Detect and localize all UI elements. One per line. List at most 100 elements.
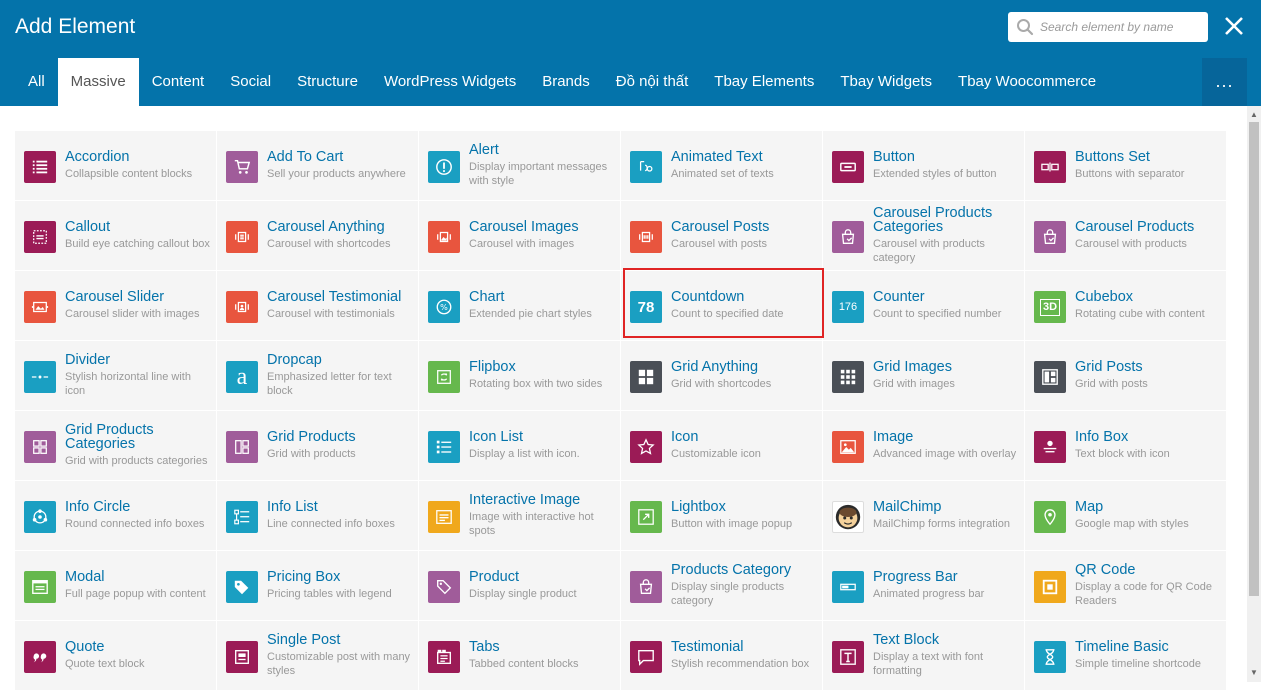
tab-content[interactable]: Content (139, 58, 218, 106)
element-text: Map Google map with styles (1075, 481, 1222, 550)
element-quote[interactable]: Quote Quote text block (15, 621, 217, 691)
element-text: Pricing Box Pricing tables with legend (267, 551, 414, 620)
element-info-box[interactable]: Info Box Text block with icon (1025, 411, 1227, 481)
element-chart[interactable]: % Chart Extended pie chart styles (419, 271, 621, 341)
element-lightbox[interactable]: Lightbox Button with image popup (621, 481, 823, 551)
info-list-icon (226, 501, 258, 533)
element-progress-bar[interactable]: Progress Bar Animated progress bar (823, 551, 1025, 621)
element-countdown[interactable]: 78 Countdown Count to specified date (621, 271, 823, 341)
element-qr-code[interactable]: QR Code Display a code for QR Code Reader… (1025, 551, 1227, 621)
element-animated-text[interactable]: Animated Text Animated set of texts (621, 131, 823, 201)
element-carousel-posts[interactable]: Carousel Posts Carousel with posts (621, 201, 823, 271)
element-grid-posts[interactable]: Grid Posts Grid with posts (1025, 341, 1227, 411)
tab-tbay-widgets[interactable]: Tbay Widgets (827, 58, 945, 106)
hourglass-icon (1034, 641, 1066, 673)
element-text: Progress Bar Animated progress bar (873, 551, 1020, 620)
element-callout[interactable]: Callout Build eye catching callout box (15, 201, 217, 271)
element-description: Display single products category (671, 581, 785, 607)
element-name: Countdown (671, 289, 745, 305)
element-name: Grid Posts (1075, 359, 1143, 375)
element-add-to-cart[interactable]: Add To Cart Sell your products anywhere (217, 131, 419, 201)
element-product[interactable]: Product Display single product (419, 551, 621, 621)
element-alert[interactable]: Alert Display important messages with sty… (419, 131, 621, 201)
element-grid-products[interactable]: Grid Products Grid with products (217, 411, 419, 481)
element-carousel-slider[interactable]: Carousel Slider Carousel slider with imag… (15, 271, 217, 341)
element-carousel-products-categories[interactable]: Carousel Products Categories Carousel wit… (823, 201, 1025, 271)
element-pricing-box[interactable]: Pricing Box Pricing tables with legend (217, 551, 419, 621)
element-description: Build eye catching callout box (65, 238, 210, 250)
element-carousel-products[interactable]: Carousel Products Carousel with products (1025, 201, 1227, 271)
grid-products-icon (226, 431, 258, 463)
element-dropcap[interactable]: a Dropcap Emphasized letter for text block (217, 341, 419, 411)
tab-brands[interactable]: Brands (529, 58, 603, 106)
element-grid-images[interactable]: Grid Images Grid with images (823, 341, 1025, 411)
element-divider[interactable]: Divider Stylish horizontal line with icon (15, 341, 217, 411)
element-text: Timeline Basic Simple timeline shortcode (1075, 621, 1222, 690)
element-interactive-image[interactable]: Interactive Image Image with interactive … (419, 481, 621, 551)
element-name: Counter (873, 289, 925, 305)
element-description: Simple timeline shortcode (1075, 658, 1201, 670)
element-description: Tabbed content blocks (469, 658, 579, 670)
tab-all[interactable]: All (15, 58, 58, 106)
close-icon[interactable] (1220, 12, 1248, 40)
element-description: Carousel with posts (671, 238, 767, 250)
element-mailchimp[interactable]: MailChimp MailChimp forms integration (823, 481, 1025, 551)
element-icon-list[interactable]: Icon List Display a list with icon. (419, 411, 621, 481)
speech-bubble-icon (630, 641, 662, 673)
bag-icon (832, 221, 864, 253)
element-name: Text Block (873, 632, 940, 648)
search-box[interactable] (1008, 12, 1208, 42)
tab-wordpress-widgets[interactable]: WordPress Widgets (371, 58, 529, 106)
animated-text-icon (630, 151, 662, 183)
element-single-post[interactable]: Single Post Customizable post with many s… (217, 621, 419, 691)
tab-social[interactable]: Social (217, 58, 284, 106)
element-description: Extended styles of button (873, 168, 997, 180)
tab-tbay-elements[interactable]: Tbay Elements (701, 58, 827, 106)
quote-icon (24, 641, 56, 673)
element-icon[interactable]: Icon Customizable icon (621, 411, 823, 481)
modal-icon (24, 571, 56, 603)
element-description: Collapsible content blocks (65, 168, 193, 180)
element-carousel-anything[interactable]: Carousel Anything Carousel with shortcode… (217, 201, 419, 271)
element-text: MailChimp MailChimp forms integration (873, 481, 1020, 550)
element-flipbox[interactable]: Flipbox Rotating box with two sides (419, 341, 621, 411)
element-cubebox[interactable]: 3D Cubebox Rotating cube with content (1025, 271, 1227, 341)
element-button[interactable]: Button Extended styles of button (823, 131, 1025, 201)
element-grid-anything[interactable]: Grid Anything Grid with shortcodes (621, 341, 823, 411)
element-name: Carousel Products Categories (873, 205, 993, 235)
element-text: Icon List Display a list with icon. (469, 411, 616, 480)
element-tabs[interactable]: Tabs Tabbed content blocks (419, 621, 621, 691)
element-text-block[interactable]: Text Block Display a text with font forma… (823, 621, 1025, 691)
element-testimonial[interactable]: Testimonial Stylish recommendation box (621, 621, 823, 691)
scrollbar-thumb[interactable] (1249, 122, 1259, 596)
tab-n-i-th-t[interactable]: Đồ nội thất (603, 58, 702, 106)
element-map[interactable]: Map Google map with styles (1025, 481, 1227, 551)
element-accordion[interactable]: Accordion Collapsible content blocks (15, 131, 217, 201)
scroll-down-arrow-icon[interactable]: ▼ (1247, 668, 1261, 678)
element-modal[interactable]: Modal Full page popup with content (15, 551, 217, 621)
element-grid-products-categories[interactable]: Grid Products Categories Grid with produc… (15, 411, 217, 481)
tab-massive[interactable]: Massive (57, 58, 139, 106)
scroll-up-arrow-icon[interactable]: ▲ (1247, 110, 1261, 120)
more-tabs-button[interactable]: ... (1202, 58, 1247, 106)
element-carousel-testimonial[interactable]: Carousel Testimonial Carousel with testim… (217, 271, 419, 341)
element-info-circle[interactable]: Info Circle Round connected info boxes (15, 481, 217, 551)
search-input[interactable] (1040, 12, 1204, 42)
tag-icon (226, 571, 258, 603)
element-image[interactable]: Image Advanced image with overlay (823, 411, 1025, 481)
element-description: Grid with shortcodes (671, 378, 772, 390)
element-info-list[interactable]: Info List Line connected info boxes (217, 481, 419, 551)
flipbox-icon (428, 361, 460, 393)
element-timeline-basic[interactable]: Timeline Basic Simple timeline shortcode (1025, 621, 1227, 691)
element-products-category[interactable]: Products Category Display single products… (621, 551, 823, 621)
element-description: Grid with posts (1075, 378, 1148, 390)
tab-tbay-woocommerce[interactable]: Tbay Woocommerce (945, 58, 1109, 106)
element-name: Single Post (267, 632, 341, 648)
element-carousel-images[interactable]: Carousel Images Carousel with images (419, 201, 621, 271)
tab-structure[interactable]: Structure (284, 58, 371, 106)
scrollbar[interactable]: ▲ ▼ (1247, 106, 1261, 682)
element-buttons-set[interactable]: Buttons Set Buttons with separator (1025, 131, 1227, 201)
element-description: Sell your products anywhere (267, 168, 406, 180)
element-counter[interactable]: 176 Counter Count to specified number (823, 271, 1025, 341)
element-description: Count to specified date (671, 308, 784, 320)
